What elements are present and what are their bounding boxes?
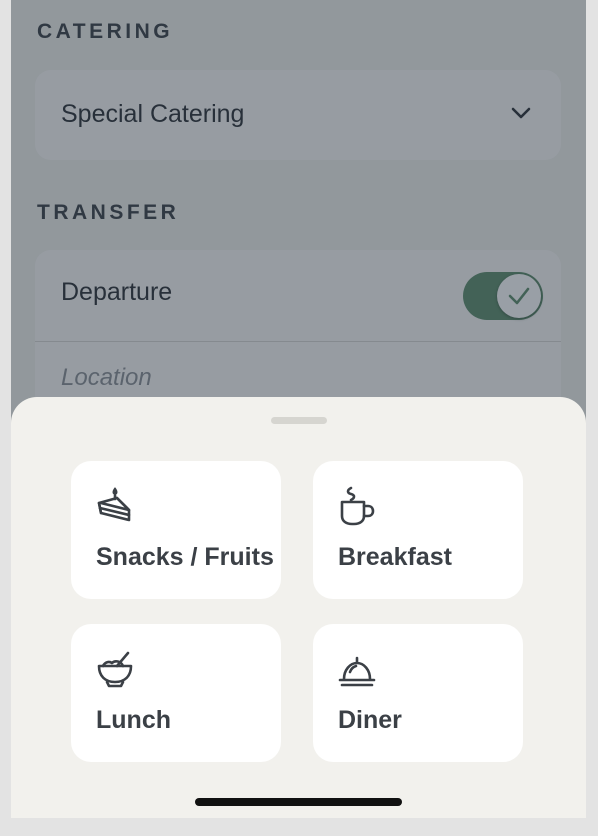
option-label: Snacks / Fruits xyxy=(96,543,274,571)
option-label: Diner xyxy=(338,706,402,734)
option-breakfast[interactable]: Breakfast xyxy=(313,461,523,599)
catering-options-sheet: Snacks / Fruits Breakfast Lunch Diner xyxy=(11,397,586,818)
option-label: Lunch xyxy=(96,706,171,734)
cake-slice-icon xyxy=(97,487,131,522)
screen: CATERING Special Catering TRANSFER Depar… xyxy=(11,0,586,818)
option-lunch[interactable]: Lunch xyxy=(71,624,281,762)
sheet-grabber[interactable] xyxy=(271,417,327,424)
option-label: Breakfast xyxy=(338,543,452,571)
cloche-icon xyxy=(338,656,376,687)
home-indicator xyxy=(195,798,402,806)
bowl-icon xyxy=(97,651,133,688)
coffee-cup-icon xyxy=(340,486,375,526)
option-diner[interactable]: Diner xyxy=(313,624,523,762)
option-snacks-fruits[interactable]: Snacks / Fruits xyxy=(71,461,281,599)
